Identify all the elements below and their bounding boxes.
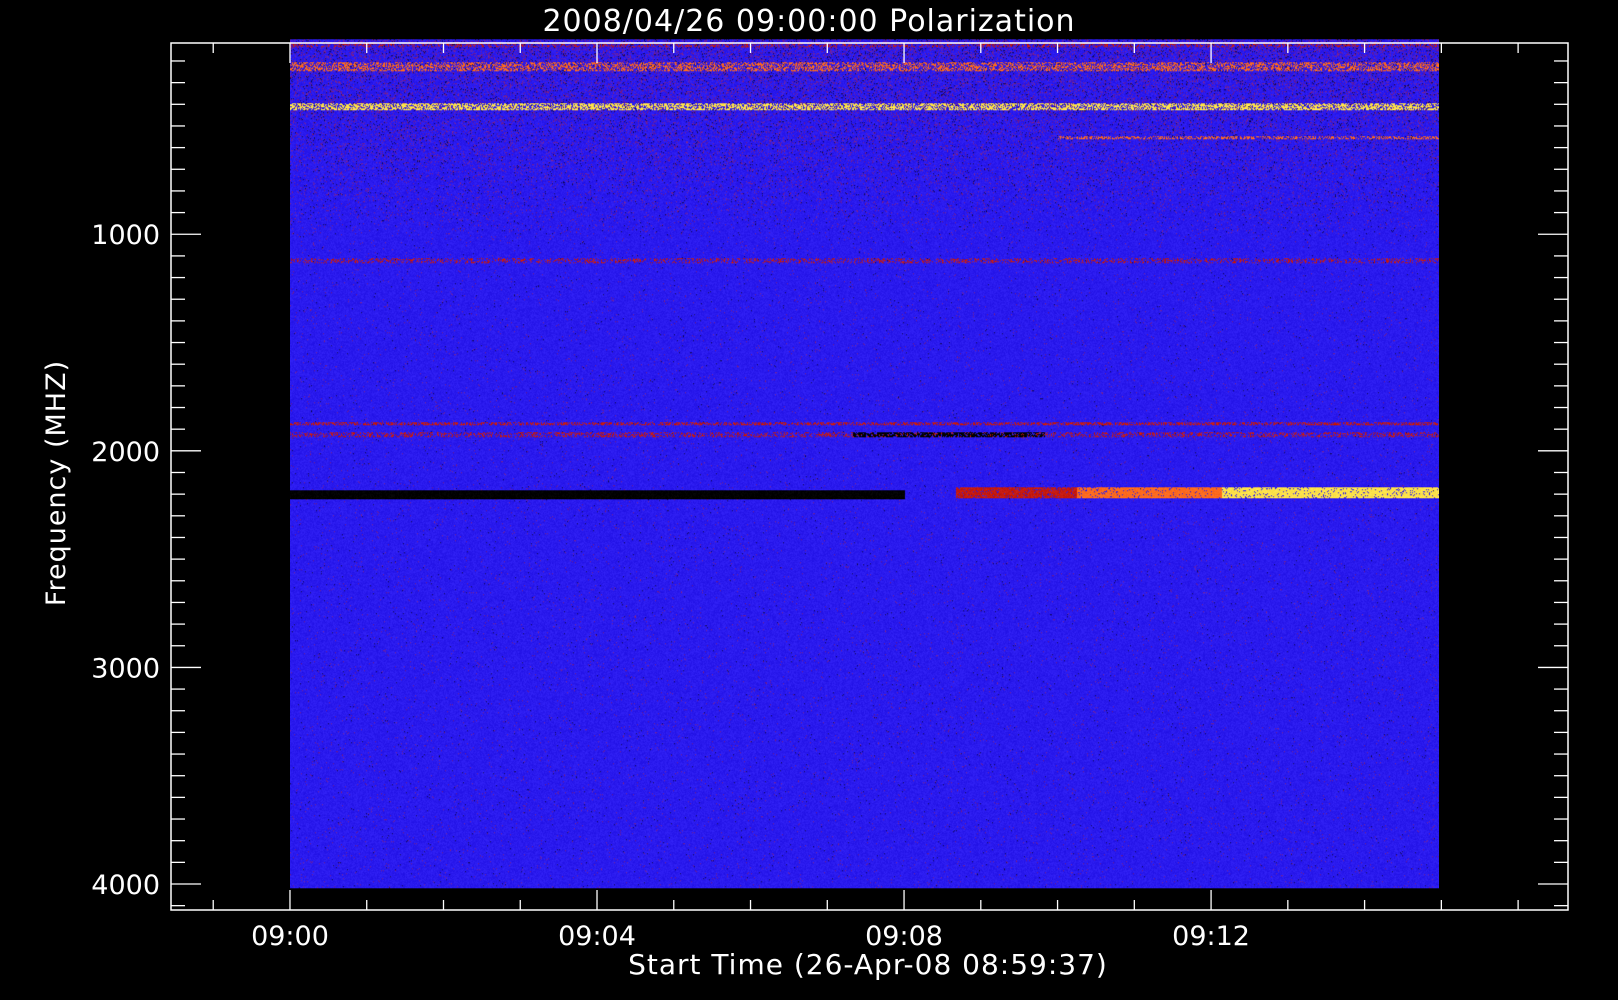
y-tick-label: 4000 (91, 870, 160, 901)
x-axis-label: Start Time (26-Apr-08 08:59:37) (628, 948, 1108, 981)
chart-title: 2008/04/26 09:00:00 Polarization (542, 4, 1075, 39)
x-tick-label: 09:00 (251, 921, 329, 952)
x-tick-label: 09:04 (558, 921, 636, 952)
y-tick-label: 2000 (91, 437, 160, 468)
x-tick-label: 09:12 (1172, 921, 1250, 952)
spectrogram-heatmap (290, 39, 1439, 889)
y-tick-label: 1000 (91, 220, 160, 251)
spectrogram-raster (290, 39, 1439, 889)
y-axis-label: Frequency (MHZ) (41, 360, 72, 606)
y-tick-label: 3000 (91, 653, 160, 684)
polarization-spectrogram: 2008/04/26 09:00:00 Polarization 1000 200… (0, 0, 1618, 1000)
